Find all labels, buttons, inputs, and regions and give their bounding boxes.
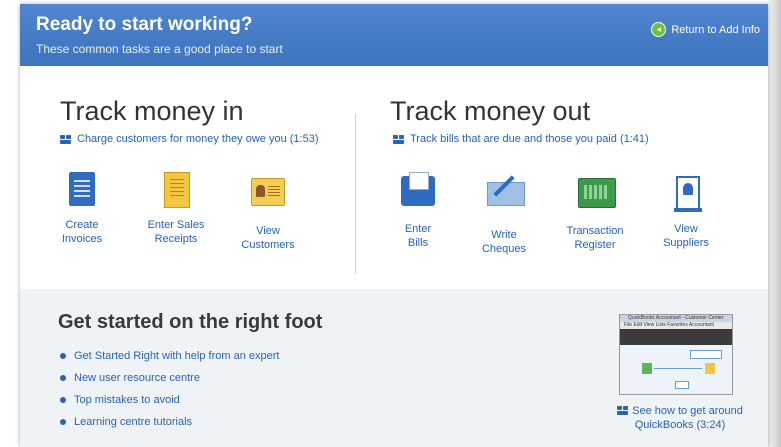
supplier-icon (674, 176, 702, 212)
register-icon (578, 178, 616, 208)
transaction-register-task[interactable]: Transaction Register (555, 172, 635, 252)
getting-started-title: Get started on the right foot (58, 311, 323, 333)
task-label-line1: Create (65, 219, 99, 231)
task-label-line1: Write (491, 229, 517, 241)
video-icon (617, 406, 629, 415)
task-label-line1: View (256, 225, 280, 237)
video-thumbnail[interactable]: QuickBooks Accountant - Customer Center … (619, 314, 733, 395)
return-link-label: Return to Add Info (671, 23, 760, 36)
getting-started-section: Get started on the right foot Get Starte… (20, 289, 768, 447)
tour-link-line2: QuickBooks (3:24) (634, 419, 726, 431)
home-panel: Ready to start working? These common tas… (20, 4, 768, 447)
video-icon (60, 134, 72, 144)
link-label: New user resource centre (74, 372, 200, 384)
thumbnail-workflow (620, 345, 732, 394)
video-icon (393, 134, 405, 144)
create-invoices-task[interactable]: Create Invoices (42, 172, 122, 246)
write-cheques-task[interactable]: Write Cheques (464, 172, 544, 256)
money-in-title: Track money in (60, 96, 244, 126)
view-suppliers-task[interactable]: View Suppliers (646, 172, 726, 250)
sales-receipt-icon (164, 172, 190, 208)
money-out-video-link[interactable]: Track bills that are due and those you p… (393, 133, 649, 145)
task-label-line2: Receipts (154, 233, 198, 245)
thumbnail-toolbar (620, 329, 732, 345)
task-label-line2: Register (574, 239, 616, 251)
list-item[interactable]: Top mistakes to avoid (60, 389, 279, 411)
section-divider (355, 114, 356, 274)
invoice-icon (69, 172, 95, 206)
task-label-line2: Cheques (481, 243, 527, 255)
view-customers-task[interactable]: View Customers (228, 172, 308, 252)
link-label: Get Started Right with help from an expe… (74, 350, 280, 362)
bullet-icon (60, 419, 66, 425)
cheque-pen-icon (487, 182, 525, 206)
bill-envelope-icon (401, 172, 435, 206)
task-label-line2: Suppliers (663, 237, 709, 249)
header-banner: Ready to start working? These common tas… (20, 4, 768, 66)
link-label: Learning centre tutorials (74, 416, 193, 428)
list-item[interactable]: New user resource centre (60, 367, 279, 389)
thumbnail-title-bar: QuickBooks Accountant - Customer Center (620, 315, 732, 322)
bullet-icon (60, 397, 66, 403)
getting-started-links: Get Started Right with help from an expe… (60, 345, 279, 433)
link-label: Top mistakes to avoid (74, 394, 180, 406)
money-out-video-label: Track bills that are due and those you p… (410, 133, 649, 145)
task-label-line1: Transaction (566, 225, 624, 237)
bullet-icon (60, 375, 66, 381)
quickbooks-tour-video-link[interactable]: See how to get around QuickBooks (3:24) (615, 404, 745, 432)
tour-link-line1: See how to get around (632, 405, 743, 417)
page-subtitle: These common tasks are a good place to s… (36, 42, 283, 56)
money-out-title: Track money out (390, 96, 591, 126)
customer-card-icon (251, 178, 285, 206)
task-label-line1: Enter Sales (147, 219, 205, 231)
page-title: Ready to start working? (36, 14, 253, 35)
money-in-video-link[interactable]: Charge customers for money they owe you … (60, 133, 319, 145)
task-label-line2: Invoices (61, 233, 103, 245)
enter-sales-receipts-task[interactable]: Enter Sales Receipts (136, 172, 216, 246)
task-label-line2: Bills (407, 237, 429, 249)
list-item[interactable]: Learning centre tutorials (60, 411, 279, 433)
enter-bills-task[interactable]: Enter Bills (378, 172, 458, 250)
money-in-video-label: Charge customers for money they owe you … (77, 133, 319, 145)
task-label-line1: Enter (404, 223, 432, 235)
return-to-add-info-link[interactable]: ◂ Return to Add Info (651, 22, 760, 37)
thumbnail-menu-bar: File Edit View Lists Favorites Accountan… (620, 322, 732, 329)
bullet-icon (60, 353, 66, 359)
task-label-line1: View (674, 223, 698, 235)
back-arrow-icon: ◂ (651, 22, 667, 37)
list-item[interactable]: Get Started Right with help from an expe… (60, 345, 279, 367)
task-label-line2: Customers (241, 239, 295, 251)
